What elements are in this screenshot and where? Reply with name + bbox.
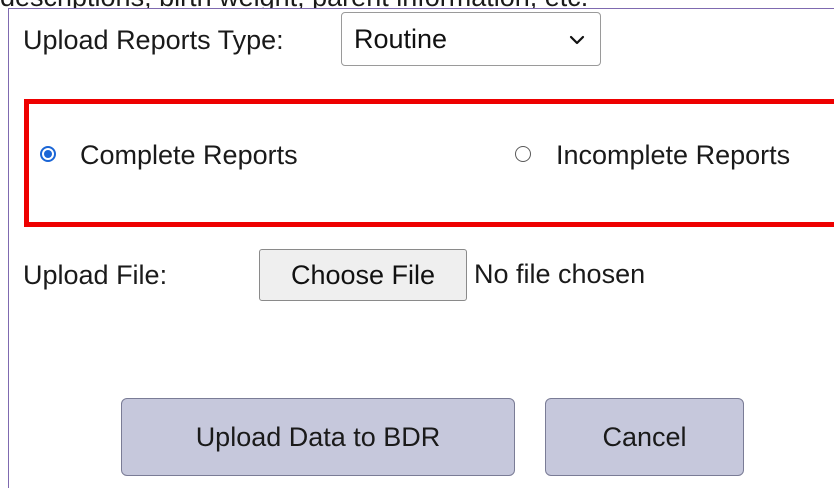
incomplete-reports-label[interactable]: Incomplete Reports bbox=[556, 140, 790, 171]
upload-data-button[interactable]: Upload Data to BDR bbox=[121, 398, 515, 476]
upload-file-label: Upload File: bbox=[23, 260, 168, 290]
file-status-text: No file chosen bbox=[474, 259, 646, 289]
incomplete-reports-radio[interactable] bbox=[515, 146, 531, 162]
upload-type-selected-value: Routine bbox=[354, 23, 448, 54]
upload-type-select[interactable]: Routine bbox=[341, 12, 601, 66]
choose-file-button[interactable]: Choose File bbox=[259, 249, 467, 301]
chevron-down-icon bbox=[569, 35, 585, 45]
upload-type-row: Upload Reports Type: bbox=[23, 15, 284, 65]
upload-type-label: Upload Reports Type: bbox=[23, 24, 284, 55]
complete-reports-radio[interactable] bbox=[40, 146, 56, 162]
cancel-button[interactable]: Cancel bbox=[545, 398, 744, 476]
cropped-top-text: descriptions, birth weight, parent infor… bbox=[0, 0, 834, 8]
complete-reports-label[interactable]: Complete Reports bbox=[80, 140, 298, 171]
